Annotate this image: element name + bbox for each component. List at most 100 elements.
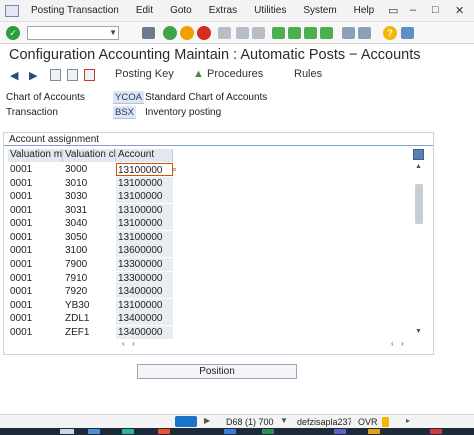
minimize-icon[interactable]: –	[410, 4, 416, 16]
account-cell[interactable]: 13400000	[116, 326, 173, 339]
find-next-icon[interactable]	[252, 27, 265, 39]
scroll-down-icon[interactable]: ▼	[415, 328, 422, 335]
taskbar-app-icon[interactable]	[88, 429, 100, 434]
account-cell[interactable]: 13600000	[116, 244, 173, 257]
previous-icon[interactable]: ◀	[10, 69, 18, 82]
vertical-scroll-thumb[interactable]	[415, 184, 423, 224]
system-dropdown-icon[interactable]: ▼	[280, 416, 288, 425]
enter-icon[interactable]: ✓	[6, 26, 20, 40]
menu-extras[interactable]: Extras	[209, 5, 237, 16]
taskbar-app-icon[interactable]	[262, 429, 274, 434]
transaction-value: BSX	[113, 106, 137, 119]
valuation-modifier-cell: 0001	[10, 259, 33, 270]
value-help-icon[interactable]: ⌕	[172, 164, 177, 175]
account-cell[interactable]: 13100000	[116, 163, 173, 176]
first-page-icon[interactable]	[272, 27, 285, 39]
procedures-icon[interactable]: ▲	[193, 68, 204, 80]
taskbar-app-icon[interactable]	[224, 429, 236, 434]
table-row[interactable]: 0001 7900 13300000	[8, 258, 173, 271]
find-icon[interactable]	[236, 27, 249, 39]
sap-menu-icon[interactable]	[5, 4, 19, 17]
table-row[interactable]: 0001 3000 13100000 ⌕	[8, 163, 177, 176]
table-row[interactable]: 0001 3050 13100000	[8, 231, 173, 244]
account-cell[interactable]: 13100000	[116, 299, 173, 312]
table-settings-icon[interactable]	[413, 149, 424, 160]
table-row[interactable]: 0001 3010 13100000	[8, 177, 173, 190]
account-cell[interactable]: 13400000	[116, 285, 173, 298]
close-window-icon[interactable]: ✕	[455, 4, 464, 17]
scroll-right-end-icon[interactable]: ›	[401, 339, 404, 348]
procedures-button[interactable]: Procedures	[207, 68, 263, 80]
column-header-account[interactable]: Account	[116, 149, 173, 162]
next-icon[interactable]: ▶	[29, 69, 37, 82]
status-toggle-icon[interactable]: ▶	[204, 416, 210, 425]
table-row[interactable]: 0001 3030 13100000	[8, 190, 173, 203]
table-row[interactable]: 0001 3100 13600000	[8, 244, 173, 257]
account-cell[interactable]: 13100000	[116, 190, 173, 203]
account-cell[interactable]: 13300000	[116, 258, 173, 271]
valuation-class-cell: ZEF1	[65, 327, 90, 338]
taskbar-app-icon[interactable]	[334, 429, 346, 434]
vertical-scrollbar[interactable]: ▲ ▼	[414, 163, 424, 336]
system-info[interactable]: D68 (1) 700	[226, 417, 274, 427]
table-row[interactable]: 0001 YB30 13100000	[8, 299, 173, 312]
taskbar-app-icon[interactable]	[122, 429, 134, 434]
copy-icon[interactable]	[67, 69, 78, 81]
table-row[interactable]: 0001 3040 13100000	[8, 217, 173, 230]
menu-edit[interactable]: Edit	[136, 5, 153, 16]
create-session-icon[interactable]	[342, 27, 355, 39]
last-page-icon[interactable]	[320, 27, 333, 39]
table-row[interactable]: 0001 7920 13400000	[8, 285, 173, 298]
scroll-left-end-icon[interactable]: ‹	[391, 339, 394, 348]
os-taskbar	[0, 428, 474, 435]
account-cell[interactable]: 13100000	[116, 177, 173, 190]
column-header-valuation-modifier[interactable]: Valuation mo	[8, 149, 63, 162]
maximize-icon[interactable]: □	[432, 4, 439, 16]
print-icon[interactable]	[218, 27, 231, 39]
chevron-down-icon[interactable]: ▼	[109, 28, 117, 37]
window-icon[interactable]: ▭	[388, 4, 398, 17]
valuation-modifier-cell: 0001	[10, 178, 33, 189]
table-row[interactable]: 0001 7910 13300000	[8, 272, 173, 285]
more-icon[interactable]: ▸	[406, 416, 410, 425]
taskbar-app-icon[interactable]	[368, 429, 380, 434]
account-cell[interactable]: 13100000	[116, 204, 173, 217]
scroll-up-icon[interactable]: ▲	[415, 163, 422, 170]
table-row[interactable]: 0001 3031 13100000	[8, 204, 173, 217]
table-row[interactable]: 0001 ZEF1 13400000	[8, 326, 173, 339]
standard-toolbar: ✓ ▼ ?	[0, 22, 474, 44]
taskbar-app-icon[interactable]	[158, 429, 170, 434]
valuation-modifier-cell: 0001	[10, 300, 33, 311]
back-icon[interactable]	[163, 26, 177, 40]
account-cell[interactable]: 13400000	[116, 312, 173, 325]
posting-key-button[interactable]: Posting Key	[115, 68, 174, 80]
rules-button[interactable]: Rules	[294, 68, 322, 80]
scroll-left-icon[interactable]: ‹	[122, 339, 125, 348]
account-cell[interactable]: 13300000	[116, 272, 173, 285]
previous-page-icon[interactable]	[288, 27, 301, 39]
scroll-right-icon[interactable]: ›	[132, 339, 135, 348]
help-icon[interactable]: ?	[383, 26, 397, 40]
menu-goto[interactable]: Goto	[170, 5, 192, 16]
account-cell[interactable]: 13100000	[116, 217, 173, 230]
taskbar-app-icon[interactable]	[430, 429, 442, 434]
position-button[interactable]: Position	[137, 364, 297, 379]
column-header-valuation-class[interactable]: Valuation cla	[63, 149, 116, 162]
exit-icon[interactable]	[180, 26, 194, 40]
account-cell[interactable]: 13100000	[116, 231, 173, 244]
details-icon[interactable]	[50, 69, 61, 81]
search-taskbar-icon[interactable]	[60, 429, 74, 434]
command-field[interactable]: ▼	[27, 26, 119, 40]
menu-system[interactable]: System	[303, 5, 336, 16]
shortcut-icon[interactable]	[358, 27, 371, 39]
menu-utilities[interactable]: Utilities	[254, 5, 286, 16]
menu-help[interactable]: Help	[354, 5, 375, 16]
delete-icon[interactable]	[84, 69, 95, 81]
menu-posting-transaction[interactable]: Posting Transaction	[31, 5, 119, 16]
next-page-icon[interactable]	[304, 27, 317, 39]
customize-layout-icon[interactable]	[401, 27, 414, 39]
table-row[interactable]: 0001 ZDL1 13400000	[8, 312, 173, 325]
horizontal-scrollbar[interactable]: ‹ › ‹ ›	[114, 339, 412, 349]
save-icon[interactable]	[142, 27, 155, 39]
cancel-icon[interactable]	[197, 26, 211, 40]
